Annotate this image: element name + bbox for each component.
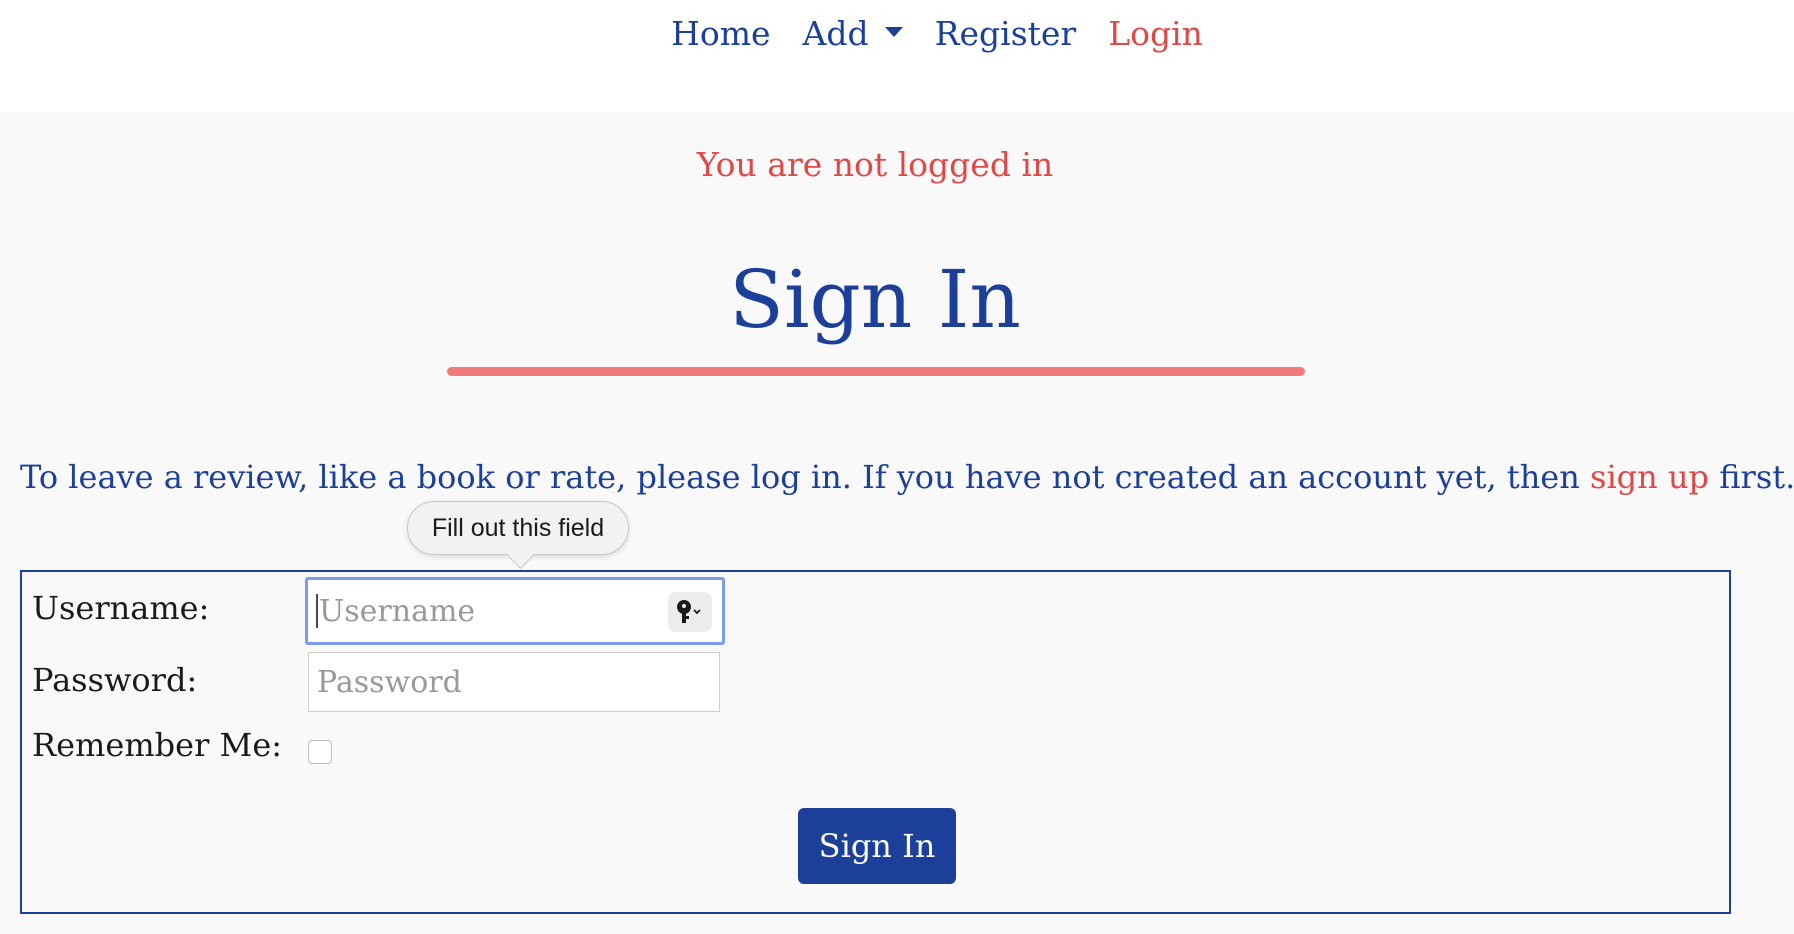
nav-register[interactable]: Register [935, 12, 1077, 56]
title-underline [447, 367, 1305, 376]
navbar: Home Add Register Login [0, 0, 1794, 112]
caret-down-icon [884, 27, 903, 37]
key-icon[interactable] [668, 592, 712, 632]
tooltip-text: Fill out this field [431, 513, 605, 542]
nav-add-label: Add [802, 14, 869, 53]
nav-home[interactable]: Home [671, 12, 770, 56]
nav-links: Home Add Register Login [0, 12, 1794, 56]
username-label: Username: [32, 589, 210, 627]
sign-up-link[interactable]: sign up [1590, 458, 1709, 496]
intro-text: To leave a review, like a book or rate, … [20, 458, 1794, 496]
page-title: Sign In [729, 253, 1021, 346]
username-placeholder: Username [319, 593, 476, 629]
sign-in-button[interactable]: Sign In [798, 808, 956, 884]
password-input[interactable]: Password [308, 652, 720, 712]
username-input[interactable]: Username [305, 577, 725, 645]
login-form: Username: Username Password: Password Re… [20, 570, 1731, 914]
intro-text-before: To leave a review, like a book or rate, … [20, 458, 1591, 496]
tooltip-arrow [507, 542, 534, 569]
nav-add-dropdown[interactable]: Add [803, 12, 903, 56]
remember-me-label: Remember Me: [32, 726, 283, 764]
text-cursor [316, 594, 318, 628]
login-status-message: You are not logged in [696, 145, 1054, 184]
password-placeholder: Password [317, 664, 462, 700]
validation-tooltip: Fill out this field [407, 501, 629, 569]
nav-login[interactable]: Login [1108, 12, 1203, 56]
remember-me-checkbox[interactable] [308, 740, 332, 764]
intro-text-after: first. [1709, 458, 1794, 496]
key-dropdown-icon [677, 600, 701, 623]
password-label: Password: [32, 661, 198, 699]
